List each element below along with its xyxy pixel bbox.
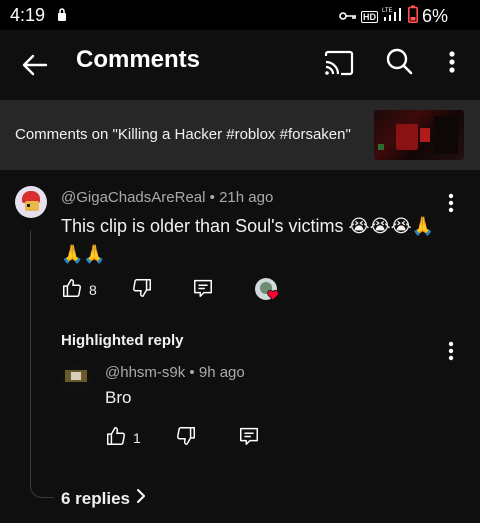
reply-comment-icon: [192, 277, 214, 304]
page-title: Comments: [76, 46, 201, 73]
thumbs-down-icon: [131, 277, 153, 304]
like-count: 8: [89, 282, 97, 298]
video-banner-title: Comments on "Killing a Hacker #roblox #f…: [15, 126, 351, 143]
search-icon[interactable]: [384, 46, 414, 76]
replies-count: 6 replies: [61, 488, 130, 508]
lte-signal-icon: LTE: [382, 6, 404, 27]
video-thumbnail[interactable]: [374, 110, 464, 160]
cast-icon[interactable]: [323, 48, 355, 78]
reply-author[interactable]: @hhsm-s9k: [105, 364, 185, 381]
meta-separator: •: [189, 364, 195, 381]
comment-actions: 8: [61, 278, 441, 302]
dislike-button[interactable]: [131, 278, 153, 302]
comment-text: This clip is older than Soul's victims 😭…: [61, 216, 435, 264]
thumbs-up-icon: [61, 277, 83, 304]
status-icons: HD LTE 6%: [339, 5, 448, 28]
creator-heart-avatar: [255, 278, 279, 301]
thread-line: [30, 230, 54, 498]
reply-meta: @hhsm-s9k • 9h ago: [105, 364, 245, 381]
status-time: 4:19: [10, 5, 46, 25]
more-vert-icon[interactable]: [444, 47, 460, 77]
like-button[interactable]: 8: [61, 278, 97, 302]
highlighted-reply-label: Highlighted reply: [61, 332, 184, 349]
thumbs-down-icon: [175, 425, 197, 452]
comment-author[interactable]: @GigaChadsAreReal: [61, 189, 205, 206]
view-replies-link[interactable]: 6 replies: [61, 488, 146, 509]
reply-more-icon[interactable]: [444, 340, 458, 362]
reply-like-count: 1: [133, 430, 141, 446]
reply-reply-button[interactable]: [238, 426, 260, 450]
chevron-right-icon: [136, 488, 146, 509]
reply-time: 9h ago: [198, 364, 245, 381]
hd-icon: HD: [360, 10, 378, 23]
svg-text:LTE: LTE: [382, 8, 393, 14]
reply-dislike-button[interactable]: [175, 426, 197, 450]
status-bar: 4:19 HD LTE 6%: [0, 0, 480, 30]
app-bar: Comments: [0, 30, 480, 100]
reply-actions: 1: [105, 426, 305, 450]
thumbs-up-icon: [105, 425, 127, 452]
lock-icon: [57, 8, 67, 27]
reply-comment-icon: [238, 425, 260, 452]
reply-avatar[interactable]: [61, 364, 91, 394]
comment-time: 21h ago: [219, 189, 274, 206]
comment-meta: @GigaChadsAreReal • 21h ago: [61, 189, 273, 206]
back-arrow-icon[interactable]: [20, 50, 50, 80]
reply-like-button[interactable]: 1: [105, 426, 141, 450]
battery-low-icon: [407, 5, 418, 28]
battery-percent: 6%: [421, 6, 448, 26]
reply-text: Bro: [105, 388, 132, 407]
comment-more-icon[interactable]: [444, 192, 458, 214]
meta-separator: •: [209, 189, 215, 206]
vpn-key-icon: [339, 8, 357, 26]
heart-icon: [267, 288, 279, 301]
video-banner[interactable]: Comments on "Killing a Hacker #roblox #f…: [0, 100, 480, 170]
reply-button[interactable]: [192, 278, 214, 302]
avatar[interactable]: [15, 186, 47, 218]
